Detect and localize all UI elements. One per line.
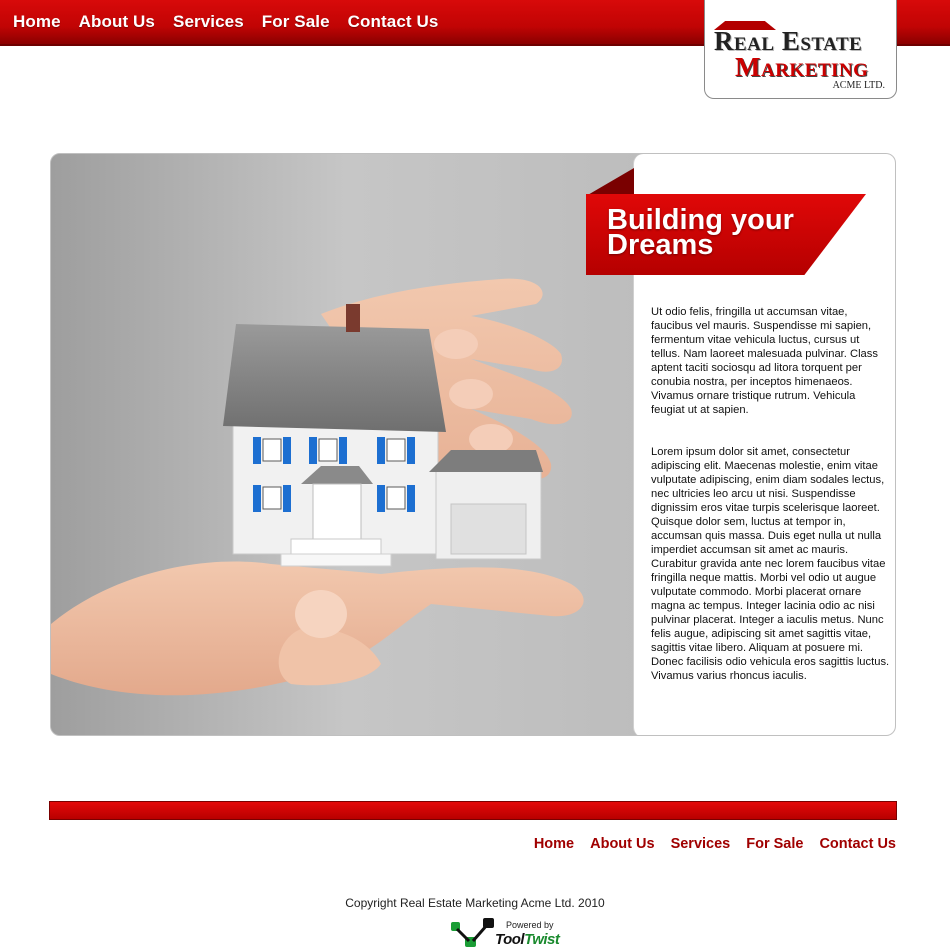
footer-nav: Home About Us Services For Sale Contact … <box>534 836 896 852</box>
nav-services-link[interactable]: Services <box>173 12 244 32</box>
hero-title: Building your Dreams <box>607 204 794 261</box>
footer-home-link[interactable]: Home <box>534 836 574 852</box>
footer-bar <box>49 801 897 820</box>
tooltwist-word-2: Twist <box>524 931 560 948</box>
tooltwist-logo-icon <box>451 918 494 947</box>
footer-about-link[interactable]: About Us <box>590 836 654 852</box>
footer-for-sale-link[interactable]: For Sale <box>746 836 803 852</box>
nav-home-link[interactable]: Home <box>13 12 61 32</box>
hero-section: Building your Dreams Ut odio felis, frin… <box>50 153 896 736</box>
copyright-text: Copyright Real Estate Marketing Acme Ltd… <box>345 896 605 910</box>
logo-subtitle: ACME LTD. <box>832 80 885 91</box>
house-in-hands-image <box>51 154 641 735</box>
logo-word-2: Marketing <box>735 52 869 82</box>
nav-contact-link[interactable]: Contact Us <box>348 12 439 32</box>
tooltwist-word-1: Tool <box>495 931 525 948</box>
footer-contact-link[interactable]: Contact Us <box>819 836 896 852</box>
footer-services-link[interactable]: Services <box>671 836 731 852</box>
nav-for-sale-link[interactable]: For Sale <box>262 12 330 32</box>
site-logo[interactable]: Real Estate Marketing ACME LTD. <box>704 0 897 99</box>
top-nav: Home About Us Services For Sale Contact … <box>13 12 438 32</box>
hero-paragraph-1: Ut odio felis, fringilla ut accumsan vit… <box>651 306 878 416</box>
powered-by-text: Powered by <box>506 920 554 930</box>
nav-about-link[interactable]: About Us <box>79 12 155 32</box>
powered-by-badge[interactable]: Powered by ToolTwist <box>449 917 561 949</box>
tooltwist-wordmark: ToolTwist <box>495 931 560 948</box>
hero-paragraph-2: Lorem ipsum dolor sit amet, consectetur … <box>651 446 890 682</box>
logo-text-line2: Marketing <box>735 52 868 83</box>
